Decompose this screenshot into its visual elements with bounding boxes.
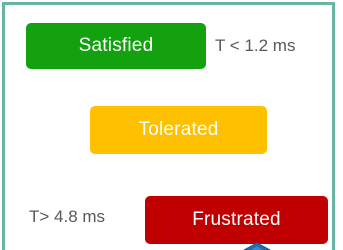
satisfied-box: Satisfied — [26, 23, 206, 69]
frustrated-label: Frustrated — [192, 209, 281, 230]
tolerated-box: Tolerated — [90, 106, 267, 154]
connector-arrow-icon — [243, 242, 271, 250]
satisfied-threshold: T < 1.2 ms — [215, 36, 296, 55]
satisfied-label: Satisfied — [78, 35, 154, 56]
frustrated-box: Frustrated — [145, 196, 328, 244]
frustrated-threshold: T> 4.8 ms — [29, 207, 106, 226]
tolerated-label: Tolerated — [138, 119, 219, 140]
apdex-diagram: Satisfied T < 1.2 ms Tolerated T> 4.8 ms… — [0, 0, 343, 250]
